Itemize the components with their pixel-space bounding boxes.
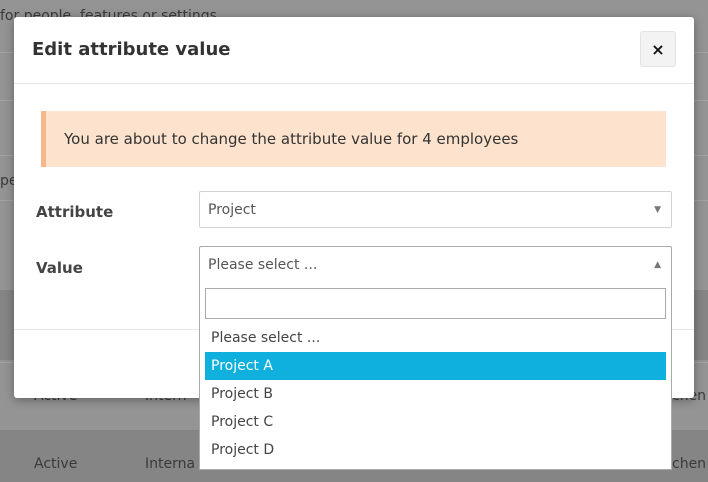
background-status-cell: Active bbox=[34, 456, 78, 472]
close-button[interactable]: × bbox=[640, 31, 676, 67]
attribute-select[interactable]: Project ▼ bbox=[199, 191, 672, 228]
background-type-cell: Interna bbox=[145, 456, 196, 472]
value-select[interactable]: Please select ... ▲ bbox=[199, 246, 672, 283]
value-label: Value bbox=[36, 259, 83, 277]
modal-title: Edit attribute value bbox=[32, 39, 231, 60]
attribute-select-value: Project bbox=[208, 201, 256, 218]
dropdown-search-input[interactable] bbox=[205, 288, 666, 319]
dropdown-options: Please select ... Project A Project B Pr… bbox=[205, 324, 666, 464]
triangle-up-icon: ▲ bbox=[654, 259, 661, 270]
dropdown-option-highlighted[interactable]: Project A bbox=[205, 352, 666, 380]
dropdown-option[interactable]: Project B bbox=[205, 380, 666, 408]
attribute-label: Attribute bbox=[36, 203, 114, 221]
warning-notice: You are about to change the attribute va… bbox=[41, 111, 666, 167]
value-select-placeholder: Please select ... bbox=[208, 256, 318, 273]
modal-header: Edit attribute value × bbox=[14, 17, 694, 84]
close-icon: × bbox=[651, 39, 665, 59]
background-right-cell: chen bbox=[672, 456, 707, 472]
dropdown-option[interactable]: Please select ... bbox=[205, 324, 666, 352]
value-dropdown: Please select ... Project A Project B Pr… bbox=[199, 282, 672, 470]
triangle-down-icon: ▼ bbox=[654, 204, 661, 215]
dropdown-option[interactable]: Project C bbox=[205, 408, 666, 436]
dropdown-option[interactable]: Project D bbox=[205, 436, 666, 464]
